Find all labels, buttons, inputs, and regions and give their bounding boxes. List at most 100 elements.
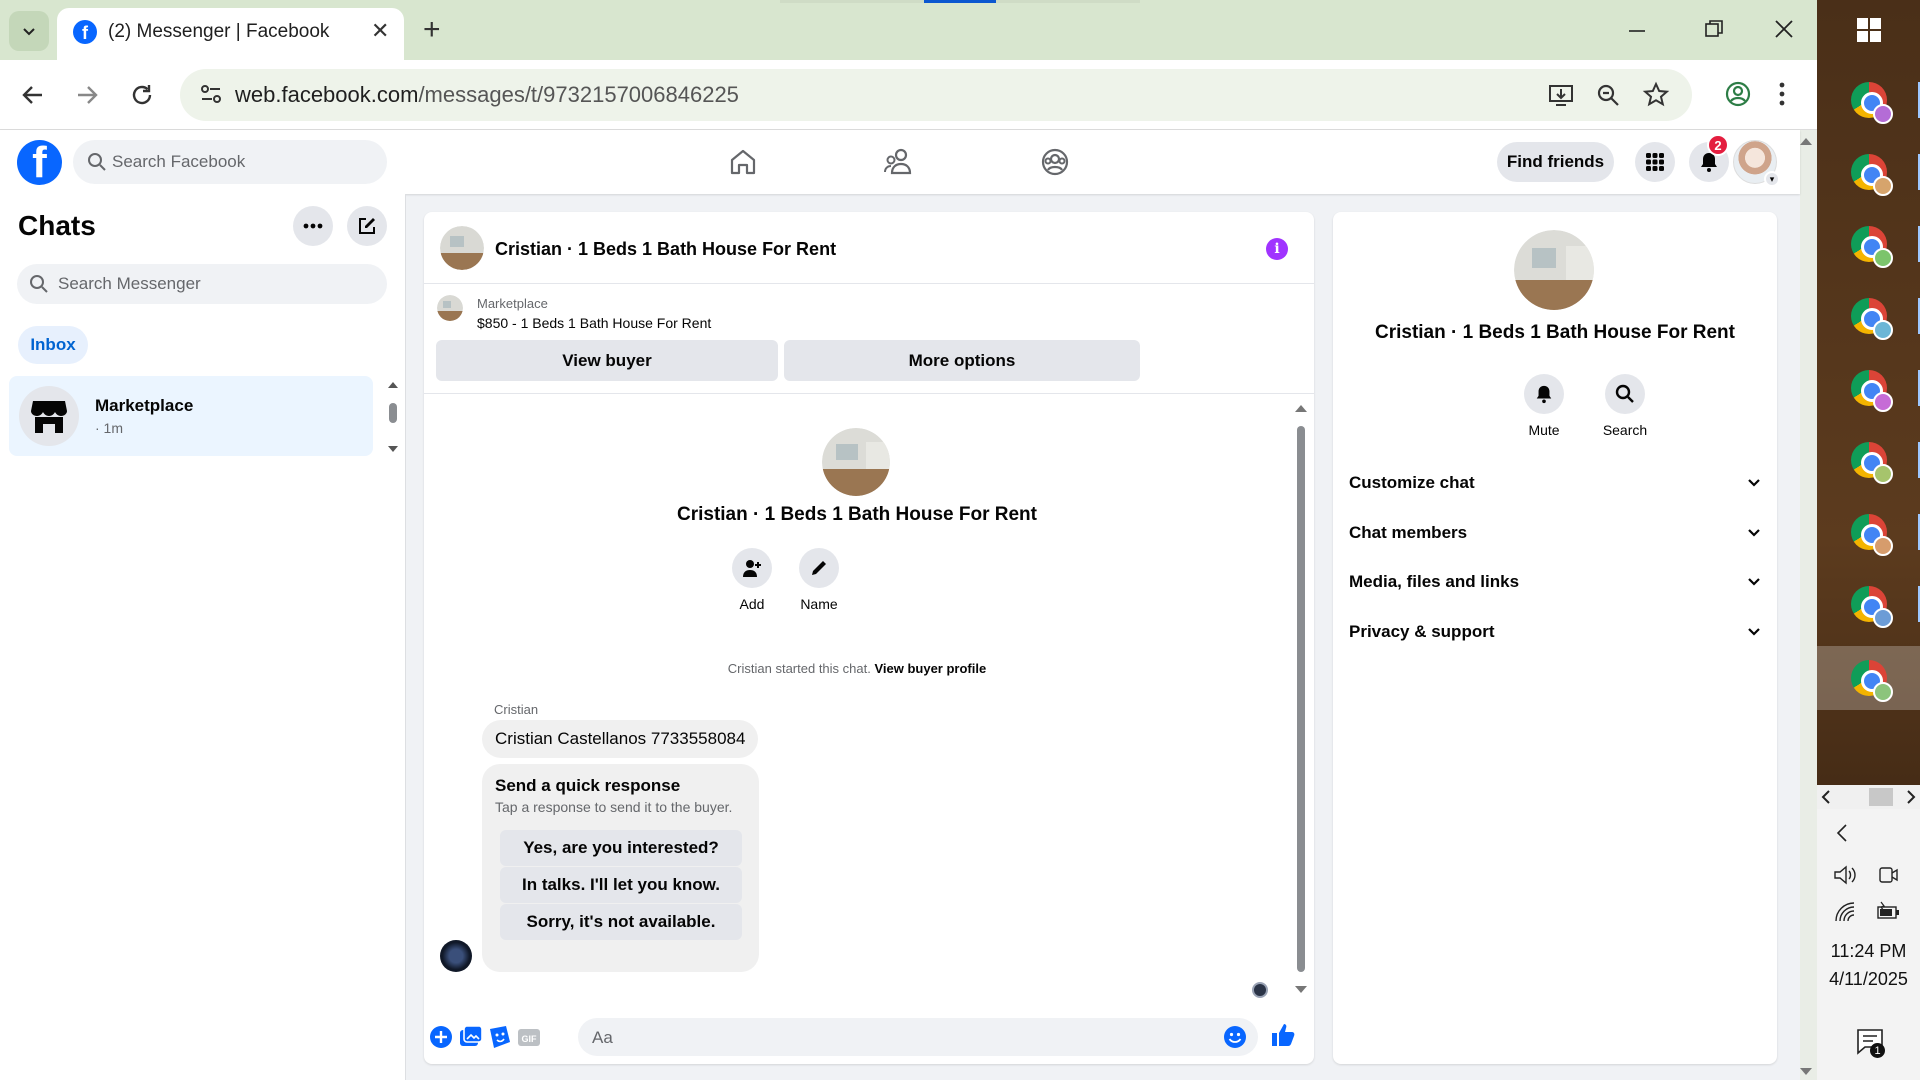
- kebab-menu-icon[interactable]: [1776, 80, 1788, 108]
- intro-title: Cristian · 1 Beds 1 Bath House For Rent: [676, 504, 1037, 525]
- listing-price-title[interactable]: $850 - 1 Beds 1 Bath House For Rent: [477, 315, 711, 331]
- tab-strip-indicator: [780, 0, 1140, 3]
- sender-avatar[interactable]: [440, 940, 472, 972]
- taskbar-chrome-app[interactable]: [1839, 70, 1899, 130]
- chat-members-section[interactable]: Chat members: [1349, 513, 1761, 553]
- forward-icon[interactable]: [74, 82, 100, 108]
- chat-options-button[interactable]: [293, 206, 333, 246]
- browser-tab-bar: f (2) Messenger | Facebook ✕ +: [0, 0, 1817, 60]
- back-icon[interactable]: [20, 82, 46, 108]
- clock-time[interactable]: 11:24 PM: [1817, 941, 1920, 962]
- info-icon[interactable]: i: [1266, 238, 1288, 260]
- customize-chat-section[interactable]: Customize chat: [1349, 463, 1761, 503]
- listing-avatar[interactable]: [440, 226, 484, 270]
- windows-start-icon[interactable]: [1857, 18, 1881, 42]
- more-options-button[interactable]: More options: [784, 340, 1140, 381]
- new-message-button[interactable]: [347, 206, 387, 246]
- taskbar-chrome-app[interactable]: [1839, 574, 1899, 634]
- inbox-filter-tab[interactable]: Inbox: [18, 326, 88, 364]
- add-people-button[interactable]: Add: [722, 548, 782, 612]
- chrome-icon: [1851, 154, 1893, 196]
- reload-icon[interactable]: [129, 82, 155, 108]
- conversation-title[interactable]: Cristian · 1 Beds 1 Bath House For Rent: [495, 239, 836, 260]
- groups-icon[interactable]: [1039, 146, 1071, 178]
- search-placeholder: Search Facebook: [112, 152, 246, 171]
- messenger-search-input[interactable]: Search Messenger: [17, 264, 387, 304]
- thread-name: Marketplace: [95, 396, 194, 415]
- minimize-icon[interactable]: [1628, 22, 1646, 40]
- page-scrollbar[interactable]: [1796, 130, 1817, 1080]
- chrome-icon: [1851, 370, 1893, 412]
- sticker-icon[interactable]: [487, 1024, 513, 1050]
- taskbar-chrome-app[interactable]: [1839, 502, 1899, 562]
- site-info-icon[interactable]: [198, 81, 224, 107]
- gif-icon[interactable]: GIF: [516, 1024, 542, 1050]
- chrome-icon: [1851, 226, 1893, 268]
- chat-thread-item[interactable]: Marketplace · 1m: [9, 376, 373, 456]
- notification-count-badge: 1: [1870, 1043, 1885, 1058]
- privacy-support-section[interactable]: Privacy & support: [1349, 612, 1761, 652]
- rename-chat-button[interactable]: Name: [789, 548, 849, 612]
- message-sender-name: Cristian: [494, 702, 539, 717]
- emoji-icon[interactable]: [1223, 1025, 1247, 1049]
- find-friends-button[interactable]: Find friends: [1497, 142, 1614, 182]
- taskbar-chrome-app[interactable]: [1839, 358, 1899, 418]
- bell-icon: [1536, 385, 1552, 404]
- volume-icon[interactable]: [1833, 864, 1857, 886]
- details-title: Cristian · 1 Beds 1 Bath House For Rent: [1374, 322, 1735, 343]
- quick-response-option[interactable]: Yes, are you interested?: [500, 830, 742, 866]
- pencil-icon: [812, 561, 826, 575]
- view-buyer-profile-link[interactable]: View buyer profile: [874, 661, 986, 676]
- chevron-down-icon: ▾: [1764, 171, 1780, 187]
- tab-search-button[interactable]: [9, 11, 49, 51]
- search-icon: [30, 275, 48, 293]
- bookmark-star-icon[interactable]: [1642, 81, 1670, 109]
- zoom-icon[interactable]: [1594, 81, 1622, 109]
- menu-button[interactable]: [1635, 142, 1675, 182]
- taskbar-overflow-scroller[interactable]: [1817, 785, 1920, 809]
- meet-now-icon[interactable]: [1877, 864, 1899, 886]
- new-tab-button[interactable]: +: [423, 12, 441, 48]
- message-input[interactable]: Aa: [578, 1018, 1258, 1056]
- search-label: Search: [1602, 422, 1648, 438]
- conversation-scrollbar[interactable]: [1292, 402, 1310, 998]
- message-bubble[interactable]: Cristian Castellanos 7733558084: [482, 720, 759, 758]
- home-icon[interactable]: [727, 146, 759, 178]
- quick-response-option[interactable]: Sorry, it's not available.: [500, 904, 742, 940]
- chat-list-scrollbar[interactable]: [386, 379, 400, 455]
- address-bar[interactable]: web.facebook.com/messages/t/973215700684…: [180, 69, 1692, 121]
- profile-icon[interactable]: [1724, 80, 1752, 108]
- like-thumb-icon[interactable]: [1270, 1022, 1296, 1048]
- clock-date[interactable]: 4/11/2025: [1817, 969, 1920, 990]
- view-buyer-button[interactable]: View buyer: [436, 340, 778, 381]
- marketplace-label: Marketplace: [477, 296, 548, 311]
- window-close-icon[interactable]: [1774, 19, 1794, 39]
- install-app-icon[interactable]: [1547, 81, 1575, 109]
- search-in-chat-button[interactable]: Search: [1595, 374, 1655, 438]
- add-label: Add: [739, 596, 765, 612]
- browser-tab-messenger[interactable]: f (2) Messenger | Facebook ✕: [57, 8, 404, 60]
- taskbar-chrome-app[interactable]: [1839, 286, 1899, 346]
- taskbar-chrome-app[interactable]: [1839, 214, 1899, 274]
- taskbar-chrome-app[interactable]: [1839, 430, 1899, 490]
- chrome-icon: [1851, 586, 1893, 628]
- facebook-logo-icon[interactable]: f: [17, 140, 62, 185]
- url-text[interactable]: web.facebook.com/messages/t/973215700684…: [235, 82, 739, 108]
- battery-icon[interactable]: [1875, 901, 1901, 923]
- quick-response-option[interactable]: In talks. I'll let you know.: [500, 867, 742, 903]
- notification-center-button[interactable]: 1: [1855, 1027, 1885, 1058]
- account-avatar[interactable]: ▾: [1733, 140, 1780, 187]
- restore-icon[interactable]: [1705, 20, 1723, 38]
- network-icon[interactable]: [1833, 901, 1857, 923]
- taskbar-chrome-app[interactable]: [1839, 142, 1899, 202]
- mute-button[interactable]: Mute: [1514, 374, 1574, 438]
- plus-circle-icon[interactable]: [428, 1024, 454, 1050]
- chevron-left-icon[interactable]: [1835, 823, 1849, 843]
- mute-label: Mute: [1528, 422, 1560, 438]
- friends-icon[interactable]: [883, 146, 915, 178]
- facebook-search-input[interactable]: Search Facebook: [73, 140, 387, 184]
- media-files-links-section[interactable]: Media, files and links: [1349, 562, 1761, 602]
- photo-icon[interactable]: [458, 1024, 484, 1050]
- taskbar-chrome-app-active[interactable]: [1817, 646, 1920, 710]
- tab-close-icon[interactable]: ✕: [371, 18, 389, 44]
